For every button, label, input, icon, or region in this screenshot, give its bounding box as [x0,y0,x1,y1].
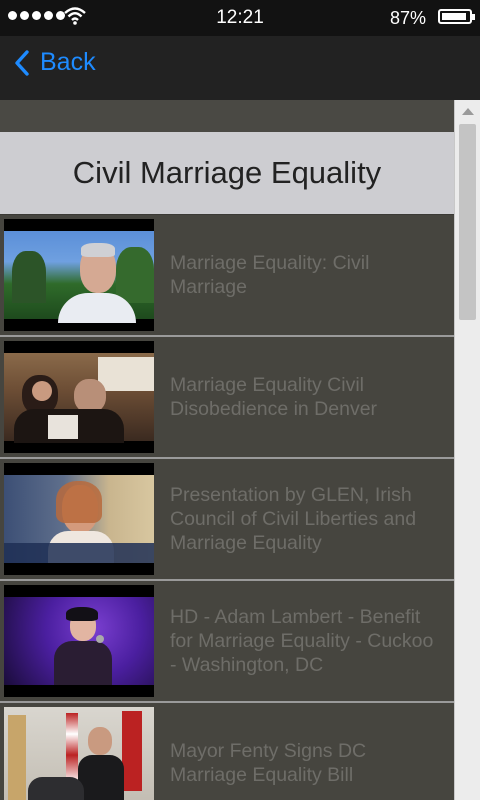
battery-percentage: 87% [389,8,426,28]
video-thumbnail [4,463,154,575]
video-title: Marriage Equality: Civil Marriage [170,252,370,298]
video-title: HD - Adam Lambert - Benefit for Marriage… [170,606,434,676]
video-list-item[interactable]: HD - Adam Lambert - Benefit for Marriage… [0,581,454,703]
status-bar: 12:21 87% [0,0,480,36]
scroll-up-arrow-icon[interactable] [462,108,474,115]
video-thumbnail [4,585,154,697]
scrollbar-thumb[interactable] [459,124,476,320]
back-label: Back [40,48,96,76]
back-button[interactable]: Back [14,48,96,77]
video-list: Marriage Equality: Civil Marriage Marria… [0,215,454,800]
battery-icon [438,9,475,24]
video-thumbnail [4,219,154,331]
video-list-item[interactable]: Marriage Equality Civil Disobedience in … [0,337,454,459]
video-list-item[interactable]: Mayor Fenty Signs DC Marriage Equality B… [0,703,454,800]
video-thumbnail [4,341,154,453]
navigation-bar: Back [0,36,480,100]
video-title: Presentation by GLEN, Irish Council of C… [170,484,417,554]
section-header: Civil Marriage Equality [0,132,454,214]
video-list-item[interactable]: Presentation by GLEN, Irish Council of C… [0,459,454,581]
video-list-item[interactable]: Marriage Equality: Civil Marriage [0,215,454,337]
video-title: Marriage Equality Civil Disobedience in … [170,374,378,420]
video-thumbnail [4,707,154,800]
chevron-left-icon [15,49,29,76]
scrollbar[interactable] [454,100,480,800]
content-area: Civil Marriage Equality Marriage Equalit… [0,100,454,800]
video-title: Mayor Fenty Signs DC Marriage Equality B… [170,740,367,786]
page-title: Civil Marriage Equality [72,155,382,190]
